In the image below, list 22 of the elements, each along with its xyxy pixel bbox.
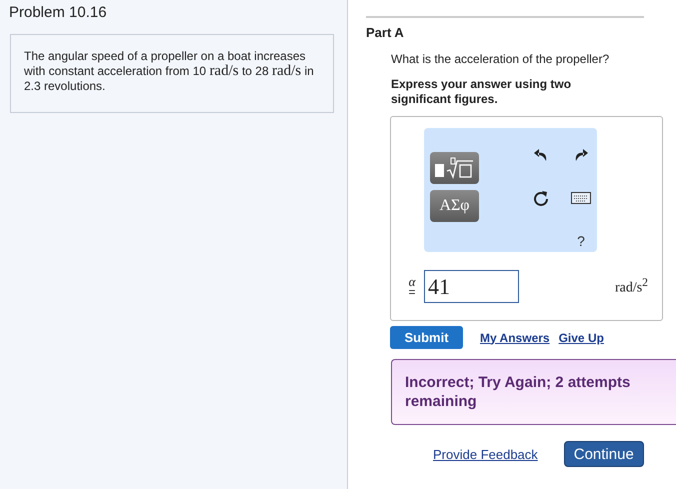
feedback-message: Incorrect; Try Again; 2 attempts remaining — [391, 359, 676, 425]
redo-icon[interactable] — [573, 147, 589, 164]
submit-button[interactable]: Submit — [390, 326, 463, 349]
part-label: Part A — [366, 25, 405, 40]
help-button[interactable]: ? — [577, 232, 585, 249]
answer-link[interactable]: Give Up — [558, 330, 604, 344]
answer-link[interactable]: My Answers — [480, 330, 550, 344]
keyboard-icon[interactable] — [571, 192, 591, 204]
symbols-button[interactable]: ΑΣφ — [430, 190, 479, 222]
undo-icon[interactable] — [533, 147, 549, 164]
continue-button[interactable]: Continue — [564, 441, 644, 467]
equals-sign: = — [408, 286, 416, 296]
variable-label: α — [408, 276, 416, 286]
answer-field[interactable]: 41 — [424, 270, 519, 303]
unit-label: rad/s$^{2}$ — [614, 276, 648, 297]
question-text: What is the acceleration of the propeller? — [391, 52, 610, 66]
instruction-text: Express your answer using two significant figures. — [391, 77, 572, 107]
reset-icon[interactable] — [533, 190, 549, 206]
provide-feedback-link[interactable]: Provide Feedback — [433, 446, 538, 462]
problem-statement: The angular speed of a propeller on a boat increases with constant acceleration from 10 rad/s to 28 rad/s in 2.3 revolutions. — [24, 49, 315, 94]
template-button[interactable] — [430, 152, 479, 184]
problem-title: Problem 10.16 — [9, 4, 108, 21]
